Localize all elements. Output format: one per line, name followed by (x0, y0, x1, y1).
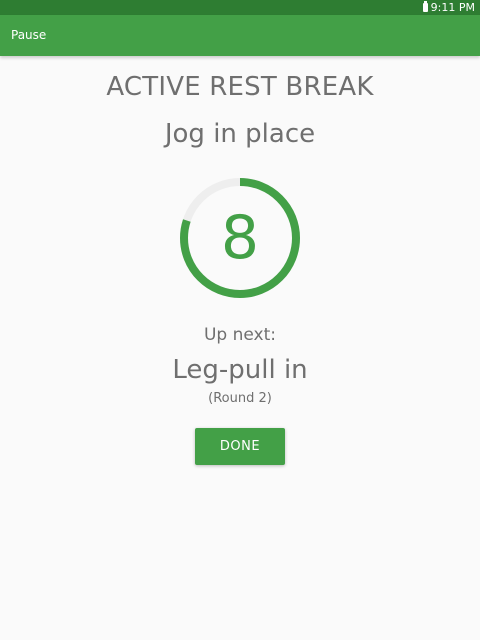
status-bar: 9:11 PM (0, 0, 480, 15)
next-round: (Round 2) (208, 391, 272, 406)
countdown-timer: 8 (177, 175, 303, 301)
current-exercise: Jog in place (164, 119, 316, 149)
page-title: ACTIVE REST BREAK (106, 72, 374, 102)
status-time: 9:11 PM (430, 1, 475, 14)
up-next-label: Up next: (203, 325, 277, 345)
status-bar-right: 9:11 PM (422, 0, 475, 15)
done-button[interactable]: DONE (195, 428, 285, 465)
battery-icon (422, 1, 428, 12)
next-exercise: Leg-pull in (172, 355, 308, 385)
app-bar: Pause (0, 15, 480, 56)
timer-value: 8 (220, 203, 260, 273)
pause-button[interactable]: Pause (0, 15, 57, 56)
